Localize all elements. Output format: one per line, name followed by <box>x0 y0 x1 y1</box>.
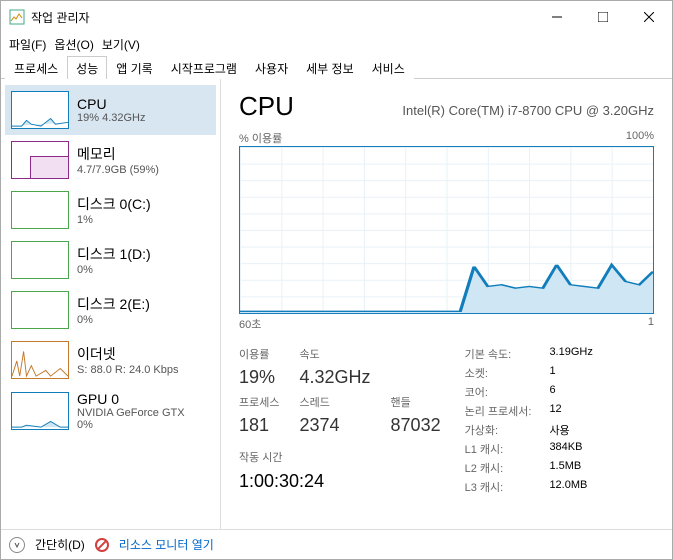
stats-right: 기본 속도: 3.19GHz 소켓: 1 코어: 6 논리 프로세서: 12 가상화: 사… <box>465 346 593 495</box>
uptime-value: 1:00:30:24 <box>239 471 441 495</box>
logical-proc-value: 12 <box>549 403 592 419</box>
sidebar-item-label: 이더넷 <box>77 344 210 364</box>
sidebar-item-label: 디스크 2(E:) <box>77 294 210 314</box>
sidebar: CPU 19% 4.32GHz 메모리 4.7/7.9GB (59%) 디스크 … <box>1 79 221 529</box>
sidebar-item-cpu[interactable]: CPU 19% 4.32GHz <box>5 85 216 135</box>
sidebar-item-sub2: 0% <box>77 419 210 431</box>
l3-label: L3 캐시: <box>465 479 532 495</box>
gpu-thumb <box>11 392 69 430</box>
sidebar-item-label: CPU <box>77 96 210 112</box>
base-speed-value: 3.19GHz <box>549 346 592 362</box>
thread-value: 2374 <box>299 415 370 439</box>
cpu-chart <box>239 146 654 314</box>
sidebar-item-memory[interactable]: 메모리 4.7/7.9GB (59%) <box>5 135 216 185</box>
detail-model: Intel(R) Core(TM) i7-8700 CPU @ 3.20GHz <box>312 103 654 118</box>
virt-label: 가상화: <box>465 422 532 438</box>
maximize-button[interactable] <box>580 1 626 33</box>
titlebar: 작업 관리자 <box>1 1 672 33</box>
tab-users[interactable]: 사용자 <box>246 56 297 79</box>
app-icon <box>9 9 25 25</box>
thread-label: 스레드 <box>299 394 370 413</box>
speed-label: 속도 <box>299 346 370 365</box>
sidebar-item-sub: 0% <box>77 314 210 326</box>
window-title: 작업 관리자 <box>31 9 534 26</box>
sidebar-item-disk0[interactable]: 디스크 0(C:) 1% <box>5 185 216 235</box>
tab-performance[interactable]: 성능 <box>67 56 107 79</box>
detail-title: CPU <box>239 91 294 122</box>
cores-value: 6 <box>549 384 592 400</box>
util-label: 이용률 <box>239 346 279 365</box>
sidebar-item-label: 메모리 <box>77 144 210 164</box>
l3-value: 12.0MB <box>549 479 592 495</box>
footer: 간단히(D) 리소스 모니터 열기 <box>1 529 672 559</box>
sidebar-item-sub: S: 88.0 R: 24.0 Kbps <box>77 364 210 376</box>
resmon-icon <box>95 538 109 552</box>
sidebar-item-sub: 19% 4.32GHz <box>77 112 210 124</box>
menu-view[interactable]: 보기(V) <box>102 36 140 53</box>
sidebar-item-sub: 0% <box>77 264 210 276</box>
tab-processes[interactable]: 프로세스 <box>5 56 67 79</box>
disk-thumb <box>11 291 69 329</box>
chart-top-right-label: 100% <box>626 130 654 146</box>
virt-value: 사용 <box>549 422 592 438</box>
chart-bottom-right-label: 1 <box>648 316 654 332</box>
stats-left: 이용률 속도 19% 4.32GHz 프로세스 스레드 핸들 181 2374 … <box>239 346 441 495</box>
disk-thumb <box>11 241 69 279</box>
tab-details[interactable]: 세부 정보 <box>297 56 363 79</box>
sidebar-item-gpu0[interactable]: GPU 0 NVIDIA GeForce GTX 0% <box>5 385 216 437</box>
sockets-label: 소켓: <box>465 365 532 381</box>
sidebar-item-sub: 1% <box>77 214 210 226</box>
l1-value: 384KB <box>549 441 592 457</box>
tab-bar: 프로세스 성능 앱 기록 시작프로그램 사용자 세부 정보 서비스 <box>1 55 672 79</box>
l2-value: 1.5MB <box>549 460 592 476</box>
cores-label: 코어: <box>465 384 532 400</box>
tab-app-history[interactable]: 앱 기록 <box>107 56 161 79</box>
detail-panel: CPU Intel(R) Core(TM) i7-8700 CPU @ 3.20… <box>221 79 672 529</box>
memory-thumb <box>11 141 69 179</box>
sidebar-item-label: 디스크 1(D:) <box>77 244 210 264</box>
util-value: 19% <box>239 367 279 391</box>
tab-startup[interactable]: 시작프로그램 <box>162 56 246 79</box>
sidebar-item-sub: 4.7/7.9GB (59%) <box>77 164 210 176</box>
minimize-button[interactable] <box>534 1 580 33</box>
collapse-icon[interactable] <box>9 537 25 553</box>
proc-value: 181 <box>239 415 279 439</box>
speed-value: 4.32GHz <box>299 367 370 391</box>
base-speed-label: 기본 속도: <box>465 346 532 362</box>
menubar: 파일(F) 옵션(O) 보기(V) <box>1 33 672 55</box>
sidebar-item-disk2[interactable]: 디스크 2(E:) 0% <box>5 285 216 335</box>
chart-bottom-left-label: 60초 <box>239 316 261 332</box>
proc-label: 프로세스 <box>239 394 279 413</box>
sockets-value: 1 <box>549 365 592 381</box>
cpu-thumb <box>11 91 69 129</box>
ethernet-thumb <box>11 341 69 379</box>
handle-value: 87032 <box>391 415 441 439</box>
menu-options[interactable]: 옵션(O) <box>54 36 93 53</box>
sidebar-item-label: 디스크 0(C:) <box>77 194 210 214</box>
sidebar-item-disk1[interactable]: 디스크 1(D:) 0% <box>5 235 216 285</box>
sidebar-item-label: GPU 0 <box>77 391 210 407</box>
main-area: CPU 19% 4.32GHz 메모리 4.7/7.9GB (59%) 디스크 … <box>1 79 672 529</box>
tab-services[interactable]: 서비스 <box>363 56 414 79</box>
menu-file[interactable]: 파일(F) <box>9 36 46 53</box>
chart-top-left-label: % 이용률 <box>239 130 282 146</box>
sidebar-item-sub: NVIDIA GeForce GTX <box>77 407 210 419</box>
uptime-label: 작동 시간 <box>239 449 441 468</box>
disk-thumb <box>11 191 69 229</box>
resource-monitor-link[interactable]: 리소스 모니터 열기 <box>119 536 214 553</box>
sidebar-item-ethernet[interactable]: 이더넷 S: 88.0 R: 24.0 Kbps <box>5 335 216 385</box>
handle-label: 핸들 <box>391 394 441 413</box>
close-button[interactable] <box>626 1 672 33</box>
logical-proc-label: 논리 프로세서: <box>465 403 532 419</box>
fewer-details-link[interactable]: 간단히(D) <box>35 536 85 553</box>
l2-label: L2 캐시: <box>465 460 532 476</box>
l1-label: L1 캐시: <box>465 441 532 457</box>
